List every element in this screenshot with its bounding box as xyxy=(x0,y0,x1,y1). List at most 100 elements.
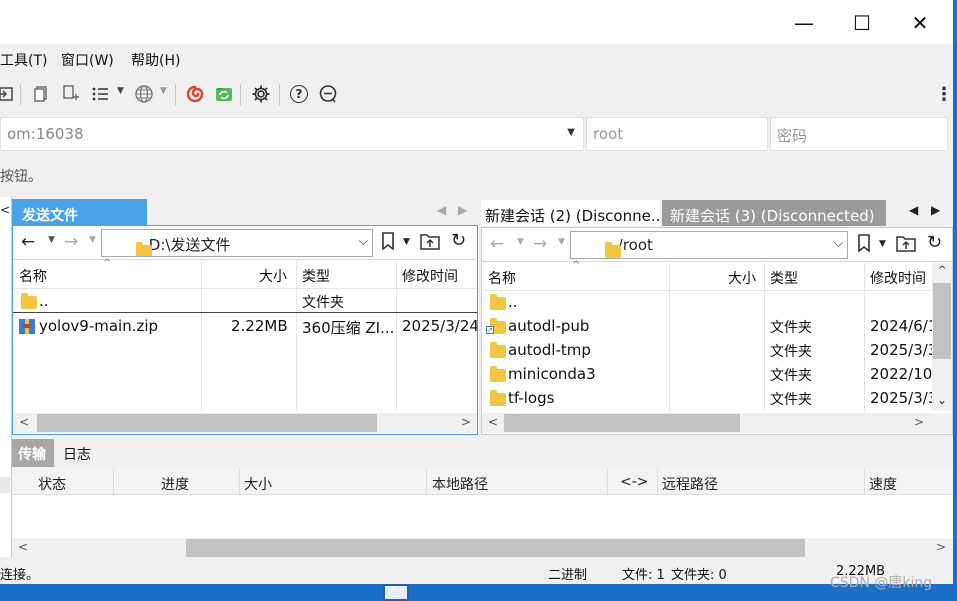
sync-icon[interactable] xyxy=(212,82,236,106)
menu-tools[interactable]: 工具(T) xyxy=(0,50,47,70)
scroll-right-icon[interactable]: > xyxy=(936,540,946,554)
scroll-right-icon[interactable]: > xyxy=(914,415,924,429)
left-path-input[interactable]: D:\发送文件 ⌵ xyxy=(101,229,373,257)
chevron-down-icon[interactable]: ▼ xyxy=(89,235,96,245)
minimize-button[interactable]: — xyxy=(784,8,824,38)
left-horizontal-scrollbar[interactable]: < > xyxy=(13,413,477,433)
parent-folder-icon[interactable] xyxy=(896,234,916,256)
forward-arrow-icon[interactable]: → xyxy=(64,232,78,252)
chevron-down-icon[interactable]: ⌵ xyxy=(359,234,368,249)
list-icon[interactable] xyxy=(88,82,112,106)
scroll-thumb[interactable] xyxy=(504,414,740,432)
column-modified[interactable]: 修改时间 xyxy=(402,266,458,286)
column-direction[interactable]: <-> xyxy=(620,474,649,490)
swirl-icon[interactable] xyxy=(183,82,207,106)
globe-icon[interactable] xyxy=(132,82,156,106)
tab-log[interactable]: 日志 xyxy=(57,439,99,467)
refresh-icon[interactable]: ↻ xyxy=(451,230,466,251)
file-name: yolov9-main.zip xyxy=(39,317,159,335)
column-remote-path[interactable]: 远程路径 xyxy=(662,474,718,494)
taskbar-window-icon[interactable] xyxy=(383,584,409,601)
password-input[interactable]: 密码 xyxy=(770,117,948,151)
table-row[interactable]: .. 文件夹 xyxy=(13,289,477,313)
username-input[interactable]: root xyxy=(586,117,768,151)
column-size[interactable]: 大小 xyxy=(244,474,272,494)
right-path-input[interactable]: /root ⌵ xyxy=(570,231,848,259)
column-local-path[interactable]: 本地路径 xyxy=(432,474,488,494)
forward-arrow-icon[interactable]: → xyxy=(533,234,547,254)
column-speed[interactable]: 速度 xyxy=(869,474,897,494)
maximize-button[interactable]: ☐ xyxy=(842,8,882,38)
chevron-down-icon[interactable]: ▼ xyxy=(567,127,575,138)
close-button[interactable]: ✕ xyxy=(900,8,940,38)
tab-session-2[interactable]: 新建会话 (2) (Disconne... xyxy=(481,200,660,226)
copy-icon[interactable] xyxy=(29,82,53,106)
file-name: .. xyxy=(39,292,49,310)
scroll-thumb[interactable] xyxy=(186,539,805,557)
scroll-up-icon[interactable]: ^ xyxy=(938,265,946,276)
chat-icon[interactable] xyxy=(316,82,340,106)
help-icon[interactable]: ? xyxy=(287,82,311,106)
column-name[interactable]: 名称 xyxy=(19,266,47,286)
chevron-down-icon[interactable]: ▼ xyxy=(48,235,55,245)
chevron-down-icon[interactable]: ▼ xyxy=(160,86,167,96)
column-progress[interactable]: 进度 xyxy=(161,474,189,494)
right-vertical-scrollbar[interactable]: ^ ⌄ xyxy=(932,263,952,411)
scroll-left-icon[interactable]: < xyxy=(18,540,28,554)
tab-session-3[interactable]: 新建会话 (3) (Disconnected) xyxy=(662,200,886,226)
duplicate-icon[interactable] xyxy=(59,82,83,106)
host-input[interactable]: om:16038 ▼ xyxy=(0,117,584,151)
column-type[interactable]: 类型 xyxy=(302,266,330,286)
file-type: 文件夹 xyxy=(770,344,812,360)
tab-scroll-right-icon[interactable]: ▶ xyxy=(931,203,940,217)
right-horizontal-scrollbar[interactable]: < > xyxy=(482,413,952,433)
transfer-horizontal-scrollbar[interactable]: < > xyxy=(12,538,953,558)
menu-help[interactable]: 帮助(H) xyxy=(131,50,180,70)
table-row[interactable]: autodl-tmp 文件夹 2025/3/3 xyxy=(482,338,932,362)
scroll-right-icon[interactable]: > xyxy=(461,415,471,429)
column-status[interactable]: 状态 xyxy=(38,474,66,494)
tab-scroll-left-icon[interactable]: ◀ xyxy=(437,203,446,217)
scroll-left-icon[interactable]: < xyxy=(19,415,29,429)
parent-folder-icon[interactable] xyxy=(420,232,440,254)
login-icon[interactable] xyxy=(0,82,18,106)
table-row[interactable]: miniconda3 文件夹 2022/10 xyxy=(482,362,932,386)
bookmark-icon[interactable] xyxy=(381,232,395,254)
tab-transfer[interactable]: 传输 xyxy=(12,439,54,467)
gear-icon[interactable] xyxy=(249,82,273,106)
transfer-mode: 二进制 xyxy=(548,568,588,583)
scroll-thumb[interactable] xyxy=(933,283,951,359)
column-name[interactable]: 名称 xyxy=(488,268,516,288)
file-modified: 2025/3/3 xyxy=(870,389,932,407)
chevron-down-icon[interactable]: ⌵ xyxy=(834,236,843,251)
refresh-icon[interactable]: ↻ xyxy=(927,232,942,253)
scroll-left-icon[interactable]: < xyxy=(488,415,498,429)
chevron-down-icon[interactable]: ▼ xyxy=(517,237,524,247)
back-arrow-icon[interactable]: ← xyxy=(490,234,504,254)
table-row[interactable]: .. xyxy=(482,290,932,314)
more-icon[interactable]: ⋮ xyxy=(932,82,953,106)
chevron-left-icon[interactable]: < xyxy=(0,203,10,217)
chevron-down-icon[interactable]: ▼ xyxy=(558,237,565,247)
taskbar xyxy=(0,584,957,601)
column-size[interactable]: 大小 xyxy=(728,268,756,288)
scroll-down-icon[interactable]: ⌄ xyxy=(937,393,947,407)
chevron-down-icon[interactable]: ▼ xyxy=(117,86,124,96)
scroll-thumb[interactable] xyxy=(37,414,377,432)
tab-scroll-right-icon[interactable]: ▶ xyxy=(458,203,467,217)
tab-scroll-left-icon[interactable]: ◀ xyxy=(909,203,918,217)
back-arrow-icon[interactable]: ← xyxy=(21,232,35,252)
tab-send-files[interactable]: 发送文件 xyxy=(12,199,147,226)
column-size[interactable]: 大小 xyxy=(259,266,287,286)
column-modified[interactable]: 修改时间 xyxy=(870,268,926,288)
hint-text: 按钮。 xyxy=(0,169,42,185)
table-row[interactable]: yolov9-main.zip 2.22MB 360压缩 ZI... 2025/… xyxy=(13,314,477,338)
column-type[interactable]: 类型 xyxy=(770,268,798,288)
table-row[interactable]: tf-logs 文件夹 2025/3/3 xyxy=(482,386,932,410)
menu-window[interactable]: 窗口(W) xyxy=(61,50,114,70)
table-row[interactable]: ↗ autodl-pub 文件夹 2024/6/1 xyxy=(482,314,932,338)
chevron-down-icon[interactable]: ▼ xyxy=(879,239,886,249)
toolbar: ▼ ▼ ? ⋮ xyxy=(0,76,953,112)
bookmark-icon[interactable] xyxy=(857,234,871,256)
chevron-down-icon[interactable]: ▼ xyxy=(403,237,410,247)
